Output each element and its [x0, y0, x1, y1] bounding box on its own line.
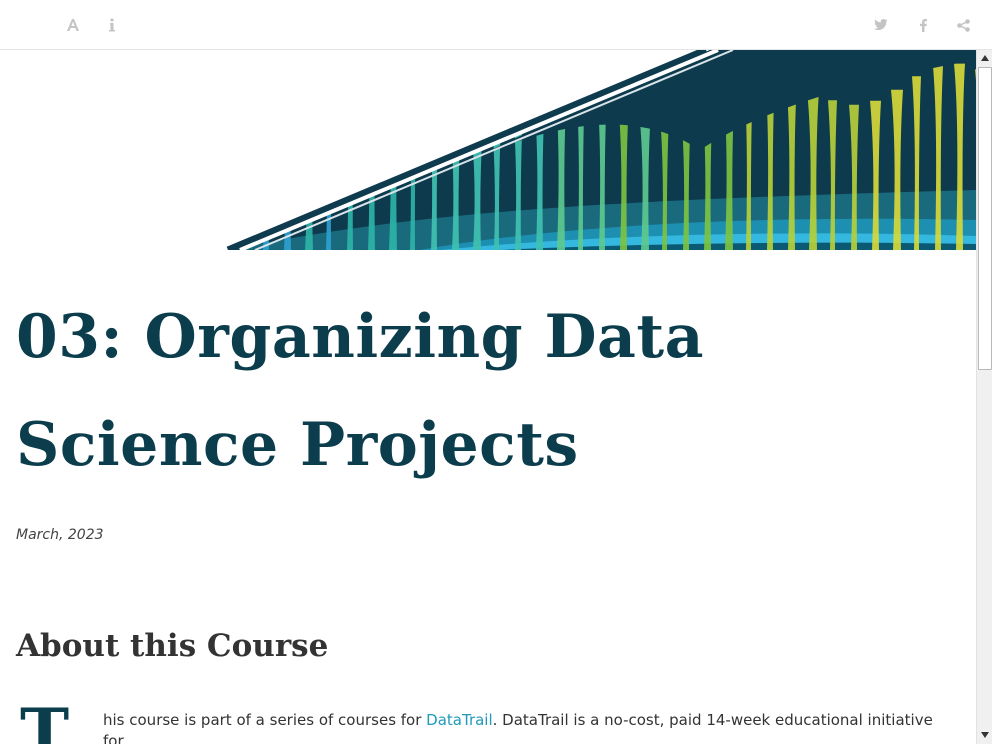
scrollbar-thumb[interactable]	[978, 67, 992, 370]
datatrail-link[interactable]: DataTrail	[426, 711, 492, 729]
scroll-up-arrow-icon[interactable]	[977, 51, 992, 65]
share-icon[interactable]	[952, 14, 974, 36]
info-icon[interactable]	[101, 14, 123, 36]
page-scrollbar[interactable]	[976, 50, 992, 744]
section-heading-about: About this Course	[16, 628, 329, 664]
page-title: 03: Organizing Data Science Projects	[16, 302, 704, 480]
about-paragraph: his course is part of a series of course…	[103, 710, 953, 744]
top-toolbar	[0, 0, 992, 50]
banner-graphic	[226, 50, 976, 250]
facebook-icon[interactable]	[912, 14, 934, 36]
header-banner	[0, 50, 976, 250]
scroll-down-arrow-icon[interactable]	[977, 728, 992, 742]
font-size-icon[interactable]	[62, 14, 84, 36]
publish-date: March, 2023	[16, 527, 104, 543]
twitter-icon[interactable]	[870, 14, 892, 36]
about-text-start: his course is part of a series of course…	[103, 711, 427, 729]
banner-bar	[240, 120, 249, 250]
drop-cap-letter: T	[20, 694, 70, 744]
